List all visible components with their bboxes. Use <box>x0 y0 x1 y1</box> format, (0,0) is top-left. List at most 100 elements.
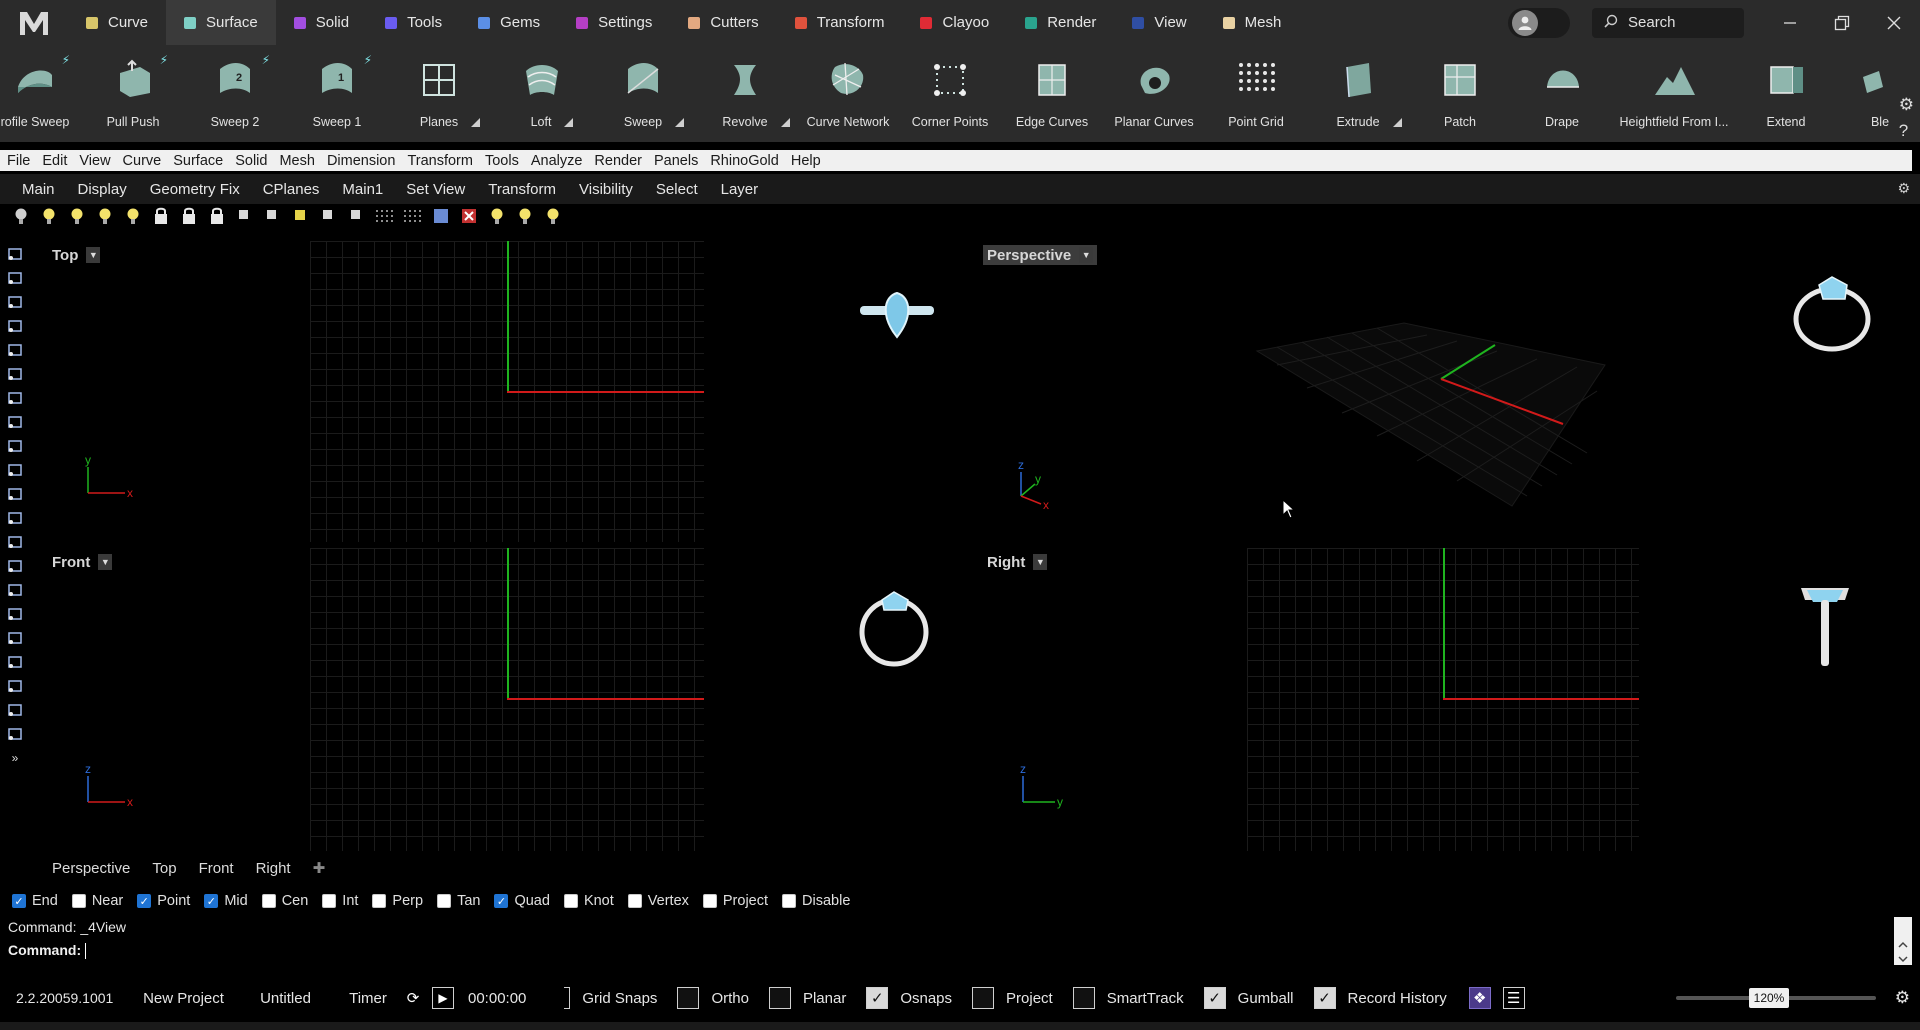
rhino-render-icon[interactable]: ❖ <box>1468 987 1491 1009</box>
osnap-mid[interactable]: ✓ Mid <box>204 893 248 909</box>
extend-button[interactable]: Extend <box>1736 45 1836 142</box>
menu-analyze[interactable]: Analyze <box>531 153 583 169</box>
viewport-tab-front[interactable]: Front <box>199 860 234 877</box>
square-icon[interactable] <box>234 205 256 227</box>
viewport-perspective[interactable]: Perspective ▼ z y x <box>977 241 1908 542</box>
point-icon[interactable] <box>4 242 26 266</box>
viewport-right[interactable]: Right ▼ z y <box>977 548 1908 851</box>
menu-solid[interactable]: Solid <box>235 153 267 169</box>
viewport-tab-top[interactable]: Top <box>152 860 176 877</box>
menu-file[interactable]: File <box>7 153 30 169</box>
bulb-group-icon[interactable] <box>486 205 508 227</box>
bulb-on-icon[interactable] <box>66 205 88 227</box>
checkbox[interactable] <box>702 894 717 908</box>
status-toggle-gumball[interactable]: Gumball <box>1238 990 1294 1007</box>
bulb-on-icon[interactable] <box>38 205 60 227</box>
toolbar-tab-select[interactable]: Select <box>656 181 698 198</box>
polyline-icon[interactable] <box>4 266 26 290</box>
lock-on-icon[interactable] <box>178 205 200 227</box>
copy-view-icon[interactable] <box>430 205 452 227</box>
toggle-checkbox-smarttrack[interactable] <box>1072 987 1095 1009</box>
curve-icon[interactable] <box>4 434 26 458</box>
square-double-icon[interactable] <box>346 205 368 227</box>
osnap-point[interactable]: ✓ Point <box>137 893 190 909</box>
viewport-tab-perspective[interactable]: Perspective <box>52 860 130 877</box>
command-scrollbar[interactable] <box>1894 917 1912 965</box>
viewport-front[interactable]: Front ▼ z x <box>42 548 971 851</box>
pull-push-button[interactable]: ⚡ Pull Push <box>83 45 183 142</box>
checkbox[interactable] <box>627 894 642 908</box>
bulb-group-icon[interactable] <box>542 205 564 227</box>
lock-icon[interactable] <box>150 205 172 227</box>
account-toggle[interactable] <box>1508 7 1570 38</box>
pencil-icon[interactable] <box>4 722 26 746</box>
extrude-button[interactable]: Extrude <box>1308 45 1408 142</box>
tab-cutters[interactable]: Cutters <box>670 0 776 45</box>
tab-clayoo[interactable]: Clayoo <box>902 0 1007 45</box>
box-icon[interactable] <box>4 338 26 362</box>
osnap-cen[interactable]: Cen <box>261 893 308 909</box>
arc-icon[interactable] <box>4 458 26 482</box>
viewport-tab-right[interactable]: Right <box>256 860 291 877</box>
menu-render[interactable]: Render <box>594 153 642 169</box>
more-options-triangle-icon[interactable] <box>1392 118 1402 127</box>
checkbox[interactable]: ✓ <box>12 894 26 908</box>
status-toggle-grid-snaps[interactable]: Grid Snaps <box>582 990 657 1007</box>
loft-button[interactable]: Loft <box>491 45 591 142</box>
checkbox[interactable] <box>563 894 578 908</box>
menu-help[interactable]: Help <box>791 153 821 169</box>
extrude-icon[interactable] <box>4 362 26 386</box>
checkbox[interactable]: ✓ <box>137 894 152 908</box>
toolbar-tab-set-view[interactable]: Set View <box>406 181 465 198</box>
toggle-checkbox-record-history[interactable]: ✓ <box>1313 987 1336 1009</box>
viewport-menu-arrow-icon[interactable]: ▼ <box>98 554 113 570</box>
sweep-2-button[interactable]: 2 ⚡ Sweep 2 <box>185 45 285 142</box>
bulb-multi-icon[interactable] <box>122 205 144 227</box>
search-box[interactable]: Search <box>1592 7 1744 38</box>
tab-mesh[interactable]: Mesh <box>1205 0 1300 45</box>
toolbar-tab-visibility[interactable]: Visibility <box>579 181 633 198</box>
edge-curves-button[interactable]: Edge Curves <box>1002 45 1102 142</box>
planes-button[interactable]: Planes <box>389 45 489 142</box>
toggle-checkbox-gumball[interactable]: ✓ <box>1203 987 1226 1009</box>
checkbox[interactable] <box>372 894 387 908</box>
checkbox[interactable]: ✓ <box>494 894 509 908</box>
toolbar-settings-gear-icon[interactable]: ⚙ <box>1897 180 1910 197</box>
heightfield-button[interactable]: Heightfield From I... <box>1619 45 1729 142</box>
toolbar-tab-main1[interactable]: Main1 <box>342 181 383 198</box>
toggle-checkbox-osnaps[interactable]: ✓ <box>866 987 889 1009</box>
minimize-button[interactable] <box>1764 0 1816 45</box>
checkbox[interactable] <box>322 894 337 908</box>
menu-panels[interactable]: Panels <box>654 153 698 169</box>
tab-tools[interactable]: Tools <box>367 0 460 45</box>
array-icon[interactable] <box>4 530 26 554</box>
restore-button[interactable] <box>1816 0 1868 45</box>
menu-rhinogold[interactable]: RhinoGold <box>710 153 779 169</box>
checkbox[interactable] <box>261 894 276 908</box>
dots-icon[interactable] <box>4 554 26 578</box>
more-options-triangle-icon[interactable] <box>564 118 574 127</box>
osnap-knot[interactable]: Knot <box>563 893 614 909</box>
checkbox[interactable]: ✓ <box>204 894 219 908</box>
profile-sweep-button[interactable]: ⚡ rofile Sweep <box>0 45 85 142</box>
viewport-title-top[interactable]: Top ▼ <box>48 245 104 265</box>
rotate-icon[interactable] <box>4 506 26 530</box>
drape-button[interactable]: Drape <box>1512 45 1612 142</box>
tab-transform[interactable]: Transform <box>777 0 903 45</box>
toggle-checkbox-planar[interactable] <box>768 987 791 1009</box>
more-options-triangle-icon[interactable] <box>471 118 481 127</box>
patch-button[interactable]: Patch <box>1410 45 1510 142</box>
dotted-grid-icon[interactable] <box>374 205 396 227</box>
checkbox[interactable] <box>437 894 452 908</box>
timer-play-icon[interactable]: ▶ <box>432 987 454 1009</box>
square-pair-icon[interactable] <box>318 205 340 227</box>
toggle-checkbox-project[interactable] <box>972 987 995 1009</box>
osnap-int[interactable]: Int <box>322 893 358 909</box>
flow-icon[interactable] <box>4 674 26 698</box>
move-points-icon[interactable] <box>4 290 26 314</box>
viewport-title-right[interactable]: Right ▼ <box>983 552 1051 572</box>
menu-surface[interactable]: Surface <box>173 153 223 169</box>
status-toggle-ortho[interactable]: Ortho <box>711 990 749 1007</box>
toolbar-tab-main[interactable]: Main <box>22 181 55 198</box>
more-options-triangle-icon[interactable] <box>780 118 790 127</box>
